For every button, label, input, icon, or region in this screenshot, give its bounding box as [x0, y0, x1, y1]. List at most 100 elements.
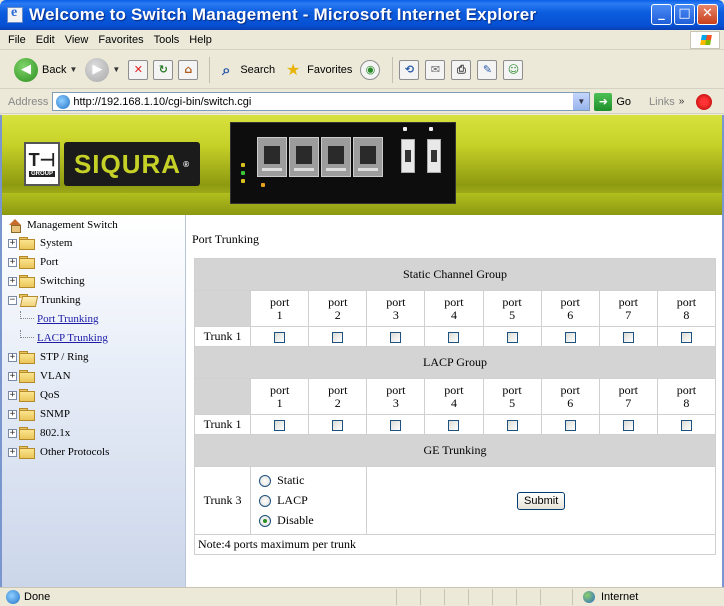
refresh-icon[interactable]: ↻ [153, 59, 174, 80]
window-title-bar: Welcome to Switch Management - Microsoft… [0, 0, 724, 30]
port-number: 6 [567, 395, 574, 410]
menu-view[interactable]: View [65, 34, 89, 46]
close-button[interactable]: ✕ [697, 4, 718, 25]
collapse-icon[interactable]: − [8, 295, 17, 305]
stop-icon[interactable]: ✕ [128, 59, 149, 80]
main-content: Port Trunking Static Channel Group port 1… [188, 215, 722, 587]
lacp-port7-checkbox[interactable] [622, 419, 634, 431]
expand-icon[interactable]: + [8, 447, 17, 457]
sidebar-item-system[interactable]: + System [8, 235, 72, 251]
history-icon[interactable]: ⟲ [399, 59, 420, 80]
port-header: port 4 [424, 290, 484, 327]
port-number: 8 [683, 307, 690, 322]
port-trunking-link[interactable]: Port Trunking [37, 313, 98, 325]
minimize-button[interactable]: _ [651, 4, 672, 25]
port-number: 7 [625, 395, 632, 410]
static-port5-checkbox[interactable] [506, 331, 518, 343]
menu-favorites[interactable]: Favorites [98, 34, 143, 46]
sidebar-item-vlan[interactable]: + VLAN [8, 368, 71, 384]
static-port1-checkbox[interactable] [274, 331, 286, 343]
links-label[interactable]: Links [649, 96, 675, 108]
ge-option-disable[interactable]: Disable [259, 511, 366, 531]
sidebar-item-snmp[interactable]: + SNMP [8, 406, 70, 422]
lacp-port5-checkbox[interactable] [506, 419, 518, 431]
static-port7-checkbox[interactable] [622, 331, 634, 343]
expand-icon[interactable]: + [8, 352, 17, 362]
expand-icon[interactable]: + [8, 390, 17, 400]
lacp-port6-checkbox[interactable] [564, 419, 576, 431]
sidebar-item-lacp-trunking[interactable]: LACP Trunking [20, 330, 108, 346]
print-icon[interactable]: ⎙ [451, 59, 472, 80]
sidebar-item-stp-ring[interactable]: + STP / Ring [8, 349, 89, 365]
disable-radio[interactable] [259, 514, 272, 527]
expand-icon[interactable]: + [8, 371, 17, 381]
home-icon [8, 219, 22, 233]
mail-icon[interactable]: ✉ [425, 59, 446, 80]
tree-root[interactable]: Management Switch [8, 219, 118, 233]
sidebar-item-qos[interactable]: + QoS [8, 387, 60, 403]
expand-icon[interactable]: + [8, 238, 17, 248]
maximize-button[interactable]: □ [674, 4, 695, 25]
back-button[interactable]: ◀ Back ▼ [14, 57, 77, 82]
ge-trunk3-row: Trunk 3 Static LACP Disable Submit [193, 466, 716, 535]
sidebar-item-port[interactable]: + Port [8, 254, 58, 270]
menu-file[interactable]: File [8, 34, 26, 46]
sidebar-item-port-trunking[interactable]: Port Trunking [20, 311, 98, 327]
menu-bar: File Edit View Favorites Tools Help [0, 30, 724, 50]
lacp-radio[interactable] [259, 494, 272, 507]
expand-icon[interactable]: + [8, 276, 17, 286]
static-radio[interactable] [259, 474, 272, 487]
expand-icon[interactable]: + [8, 257, 17, 267]
submit-button[interactable]: Submit [517, 491, 566, 510]
menu-tools[interactable]: Tools [154, 34, 180, 46]
static-port3-checkbox[interactable] [390, 331, 402, 343]
th-group-logo: T⊣ GROUP [24, 142, 60, 186]
logo-brand-text: SIQURA [73, 148, 182, 179]
address-dropdown-icon[interactable]: ▼ [573, 93, 590, 110]
lacp-port3-checkbox[interactable] [390, 419, 402, 431]
static-port2-checkbox[interactable] [332, 331, 344, 343]
search-button[interactable]: ⌕ Search [216, 60, 275, 80]
ge-option-lacp[interactable]: LACP [259, 491, 366, 511]
favorites-button[interactable]: ★ Favorites [283, 60, 352, 80]
media-icon[interactable]: ◉ [360, 59, 381, 80]
static-port4-checkbox[interactable] [448, 331, 460, 343]
back-dropdown-icon[interactable]: ▼ [69, 65, 77, 74]
forward-dropdown-icon[interactable]: ▼ [112, 65, 120, 74]
sidebar-item-trunking[interactable]: − Trunking [8, 292, 81, 308]
lacp-port1-checkbox[interactable] [274, 419, 286, 431]
sidebar-item-other-protocols[interactable]: + Other Protocols [8, 444, 109, 460]
rj45-port-image [289, 137, 319, 177]
forward-button[interactable]: ▶ ▼ [85, 57, 120, 82]
port-number: 1 [276, 307, 283, 322]
static-port8-checkbox[interactable] [680, 331, 692, 343]
status-text: Done [24, 591, 51, 603]
lacp-port8-checkbox[interactable] [680, 419, 692, 431]
port-header: port 6 [540, 378, 600, 415]
port-word: port [386, 382, 406, 397]
go-button[interactable]: ➜ Go [594, 92, 631, 111]
menu-help[interactable]: Help [189, 34, 212, 46]
address-url[interactable]: http://192.168.1.10/cgi-bin/switch.cgi [73, 96, 251, 108]
edit-icon[interactable]: ✎ [477, 59, 498, 80]
lacp-port4-checkbox[interactable] [448, 419, 460, 431]
expand-icon[interactable]: + [8, 409, 17, 419]
ge-option-static[interactable]: Static [259, 471, 366, 491]
sidebar-item-label: 802.1x [40, 427, 71, 439]
messenger-icon[interactable]: ☺ [503, 59, 524, 80]
lacp-trunking-link[interactable]: LACP Trunking [37, 332, 108, 344]
sidebar-item-switching[interactable]: + Switching [8, 273, 85, 289]
menu-edit[interactable]: Edit [36, 34, 55, 46]
sidebar-item-label: Other Protocols [40, 446, 110, 458]
lacp-port2-checkbox[interactable] [332, 419, 344, 431]
static-port6-checkbox[interactable] [564, 331, 576, 343]
address-bar: Address http://192.168.1.10/cgi-bin/swit… [0, 90, 724, 114]
address-input[interactable]: http://192.168.1.10/cgi-bin/switch.cgi ▼ [52, 92, 591, 111]
home-icon[interactable]: ⌂ [178, 59, 199, 80]
toolbar-extra-icon[interactable] [696, 93, 713, 110]
status-led-icon [241, 179, 245, 183]
siqura-logo: T⊣ GROUP SIQURA ® [24, 140, 200, 188]
sidebar-item-8021x[interactable]: + 802.1x [8, 425, 70, 441]
links-chevron-icon[interactable]: » [679, 96, 685, 107]
expand-icon[interactable]: + [8, 428, 17, 438]
